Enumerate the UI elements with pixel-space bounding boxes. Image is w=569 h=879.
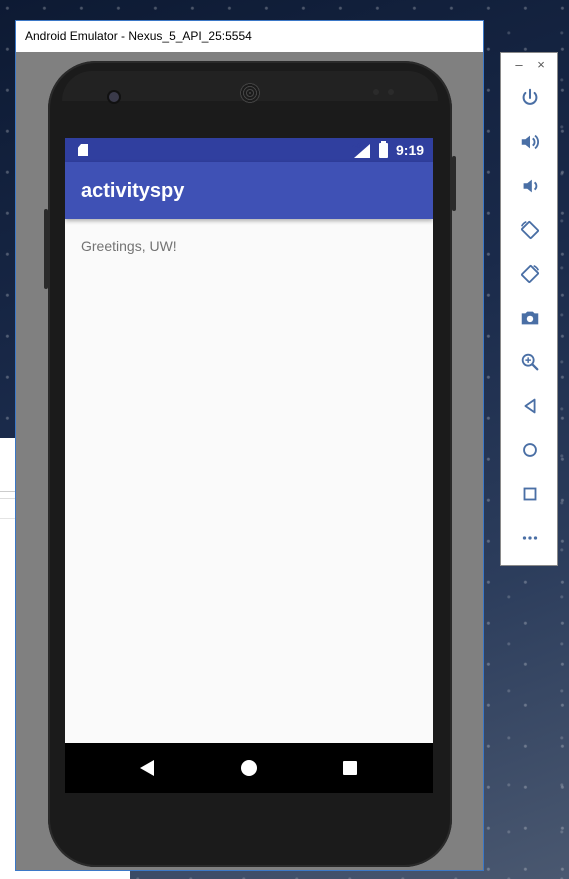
emulator-window: Android Emulator - Nexus_5_API_25:5554 4…: [15, 20, 484, 871]
window-title: Android Emulator - Nexus_5_API_25:5554: [25, 29, 252, 43]
overview-icon: [523, 487, 537, 501]
app-title: activityspy: [81, 180, 185, 202]
emulator-toolbar: – ×: [500, 52, 558, 566]
proximity-sensor: [373, 89, 379, 95]
power-side-button: [452, 156, 456, 211]
battery-icon: [379, 141, 388, 158]
status-bar: 4G 9:19: [65, 138, 433, 162]
navigation-bar: [65, 743, 433, 793]
rotate-right-button[interactable]: [515, 259, 545, 289]
back-icon: [524, 398, 536, 414]
screenshot-button[interactable]: [515, 303, 545, 333]
device-screen[interactable]: 4G 9:19 activityspy Greetings, UW!: [65, 138, 433, 793]
phone-frame: 4G 9:19 activityspy Greetings, UW!: [44, 61, 456, 867]
zoom-icon: [521, 353, 539, 371]
power-button[interactable]: [515, 83, 545, 113]
home-icon: [523, 443, 537, 457]
volume-up-icon: [521, 134, 539, 150]
rotate-right-icon: [521, 264, 540, 283]
rotate-left-icon: [520, 220, 539, 239]
nav-back-icon[interactable]: [140, 760, 154, 776]
more-icon: [522, 536, 538, 540]
back-button[interactable]: [515, 391, 545, 421]
power-icon: [522, 88, 538, 105]
earpiece-speaker: [240, 83, 260, 103]
status-clock: 9:19: [396, 142, 425, 158]
nav-home-icon[interactable]: [241, 760, 257, 776]
front-camera: [109, 92, 119, 102]
close-button[interactable]: ×: [534, 57, 548, 72]
rotate-left-button[interactable]: [515, 215, 545, 245]
network-type-label: 4G: [352, 143, 362, 150]
volume-rocker: [44, 209, 48, 289]
camera-icon: [521, 311, 539, 325]
nav-overview-icon[interactable]: [343, 761, 357, 775]
more-button[interactable]: [515, 523, 545, 553]
window-titlebar[interactable]: Android Emulator - Nexus_5_API_25:5554: [16, 21, 483, 52]
greeting-text: Greetings, UW!: [81, 238, 177, 254]
zoom-button[interactable]: [515, 347, 545, 377]
overview-button[interactable]: [515, 479, 545, 509]
volume-down-icon: [523, 179, 538, 193]
volume-down-button[interactable]: [515, 171, 545, 201]
app-bar: activityspy: [65, 162, 433, 219]
light-sensor: [388, 89, 394, 95]
minimize-button[interactable]: –: [512, 57, 526, 72]
volume-up-button[interactable]: [515, 127, 545, 157]
home-button[interactable]: [515, 435, 545, 465]
sd-card-icon: [78, 144, 88, 156]
